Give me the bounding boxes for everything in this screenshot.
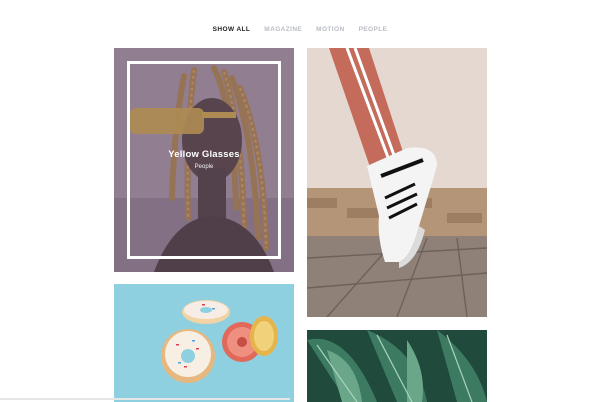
portfolio-filter-bar: SHOW ALL MAGAZINE MOTION PEOPLE	[0, 26, 600, 33]
item-category: People	[194, 164, 214, 170]
gallery-item-yellow-glasses[interactable]: Yellow Glasses People	[114, 48, 294, 272]
donuts-image	[114, 284, 294, 402]
item-title: Yellow Glasses	[168, 149, 240, 160]
hover-caption: Yellow Glasses People	[114, 149, 294, 170]
filter-people[interactable]: PEOPLE	[359, 26, 388, 33]
gallery-item-plant[interactable]	[307, 330, 487, 402]
filter-show-all[interactable]: SHOW ALL	[213, 26, 251, 33]
filter-magazine[interactable]: MAGAZINE	[264, 26, 302, 33]
filter-motion[interactable]: MOTION	[316, 26, 344, 33]
gallery-item-donuts[interactable]	[114, 284, 294, 402]
plant-leaves-image	[307, 330, 487, 402]
sneaker-image	[307, 48, 487, 317]
gallery-item-sneaker[interactable]	[307, 48, 487, 317]
